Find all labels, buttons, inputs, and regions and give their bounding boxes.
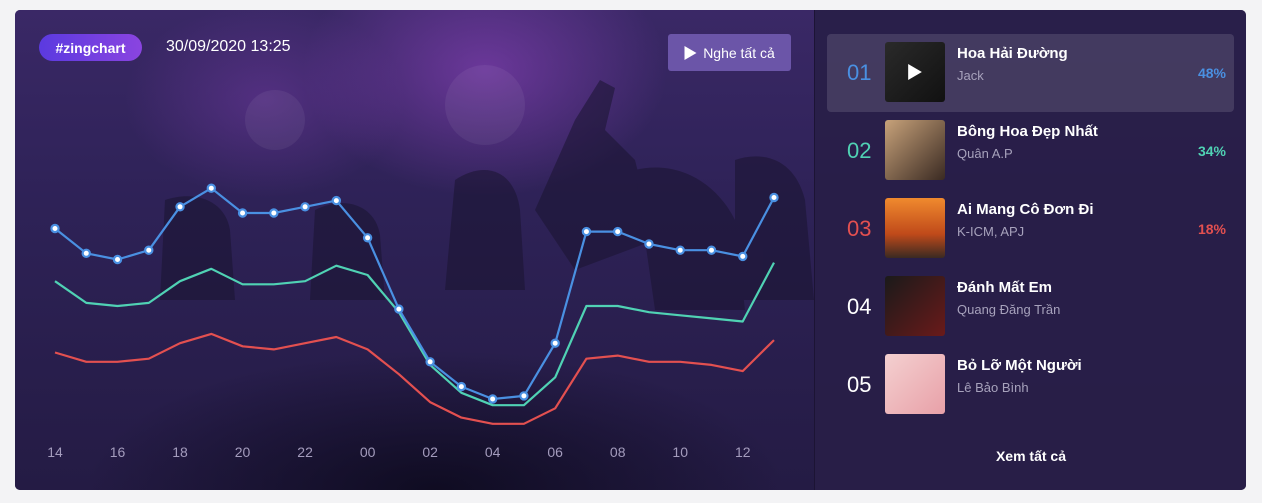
song-artist[interactable]: Lê Bảo Bình — [957, 380, 1029, 395]
song-cover-image[interactable] — [885, 42, 945, 102]
x-tick-label: 02 — [422, 444, 438, 460]
data-point[interactable] — [675, 245, 685, 255]
song-cover-image[interactable] — [885, 276, 945, 336]
data-point[interactable] — [769, 192, 779, 203]
line-chart: 14 16 18 20 22 00 02 04 06 08 10 12 — [47, 183, 779, 460]
song-percent: 48% — [1197, 65, 1226, 81]
data-point[interactable] — [206, 183, 217, 193]
data-point[interactable] — [425, 357, 435, 367]
x-tick-label: 18 — [172, 444, 188, 460]
data-point[interactable] — [300, 202, 310, 212]
zingchart-card: #zingchart 30/09/2020 13:25 Nghe tất cả … — [15, 10, 1246, 490]
chart-panel: #zingchart 30/09/2020 13:25 Nghe tất cả … — [15, 10, 814, 490]
song-title[interactable]: Hoa Hải Đường — [957, 45, 1068, 62]
song-cover-image[interactable] — [885, 354, 945, 414]
x-tick-label: 04 — [485, 444, 501, 460]
song-artist[interactable]: Quang Đăng Trần — [957, 302, 1060, 317]
data-point[interactable] — [237, 208, 248, 218]
data-point[interactable] — [362, 233, 373, 243]
data-point[interactable] — [644, 239, 654, 249]
see-all-link[interactable]: Xem tất cả — [815, 448, 1246, 464]
data-point[interactable] — [144, 245, 154, 255]
song-artist[interactable]: Jack — [957, 68, 984, 83]
song-percent: 18% — [1197, 221, 1226, 237]
data-point[interactable] — [394, 304, 404, 314]
top-songs-list: 01 Hoa Hải Đường Jack 48% 02 Bông Hoa Đẹp Nhấ… — [814, 10, 1246, 490]
x-tick-label: 20 — [235, 444, 251, 460]
song-item[interactable]: 04 Đánh Mất Em Quang Đăng Trần — [827, 268, 1234, 346]
x-tick-label: 06 — [547, 444, 563, 460]
x-tick-label: 14 — [47, 444, 63, 460]
song-rank: 04 — [847, 294, 872, 319]
x-tick-label: 08 — [610, 444, 626, 460]
data-point[interactable] — [269, 208, 279, 218]
data-point[interactable] — [738, 251, 748, 262]
data-point[interactable] — [581, 226, 592, 237]
data-point[interactable] — [456, 381, 467, 392]
song-item[interactable]: 02 Bông Hoa Đẹp Nhất Quân A.P 34% — [827, 112, 1234, 190]
song-title[interactable]: Đánh Mất Em — [957, 279, 1052, 296]
data-point[interactable] — [706, 245, 717, 255]
song-rank: 01 — [847, 60, 872, 85]
song-item[interactable]: 03 Ai Mang Cô Đơn Đi K-ICM, APJ 18% — [827, 190, 1234, 268]
data-point[interactable] — [112, 254, 123, 265]
x-tick-label: 00 — [360, 444, 376, 460]
data-point[interactable] — [50, 223, 60, 234]
data-point[interactable] — [331, 195, 342, 206]
data-point[interactable] — [519, 391, 529, 401]
data-point[interactable] — [612, 226, 623, 237]
x-tick-label: 10 — [672, 444, 688, 460]
song-rank: 03 — [847, 216, 872, 241]
song-artist[interactable]: K-ICM, APJ — [957, 224, 1024, 239]
song-item[interactable]: 01 Hoa Hải Đường Jack 48% — [827, 34, 1234, 112]
song-cover-image[interactable] — [885, 198, 945, 258]
song-artist[interactable]: Quân A.P — [957, 146, 1013, 161]
song-rank: 05 — [847, 372, 872, 397]
x-tick-label: 22 — [297, 444, 313, 460]
song-title[interactable]: Bỏ Lỡ Một Người — [957, 357, 1082, 374]
x-tick-label: 12 — [735, 444, 751, 460]
series-line-3 — [54, 332, 775, 425]
song-item[interactable]: 05 Bỏ Lỡ Một Người Lê Bảo Bình — [827, 346, 1234, 424]
song-cover-image[interactable] — [885, 120, 945, 180]
data-point[interactable] — [81, 248, 91, 258]
data-point[interactable] — [550, 338, 560, 348]
song-title[interactable]: Ai Mang Cô Đơn Đi — [957, 201, 1094, 218]
song-rank: 02 — [847, 138, 872, 163]
data-point[interactable] — [175, 202, 185, 212]
data-point[interactable] — [487, 394, 498, 404]
song-title[interactable]: Bông Hoa Đẹp Nhất — [957, 123, 1098, 140]
play-icon[interactable] — [908, 64, 922, 80]
song-percent: 34% — [1197, 143, 1226, 159]
x-tick-label: 16 — [110, 444, 126, 460]
